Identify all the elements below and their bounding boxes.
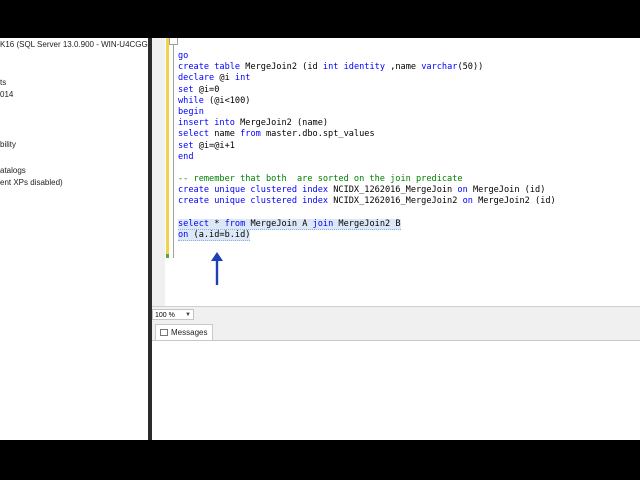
zoom-dropdown[interactable]: 100 % ▼: [152, 309, 194, 320]
code-line: while (@i<100): [178, 95, 251, 106]
zoom-bar: 100 % ▼: [152, 306, 640, 323]
saved-lines-marker: [166, 254, 169, 258]
code-line: go: [178, 51, 189, 61]
code-line: create unique clustered index NCIDX_1262…: [178, 196, 556, 207]
code-line: declare @i int: [178, 73, 251, 84]
code-line: set @i=0: [178, 84, 220, 95]
zoom-value: 100 %: [155, 312, 175, 319]
changed-lines-marker: [166, 38, 169, 254]
message-icon: [160, 329, 168, 336]
explorer-item[interactable]: atalogs: [0, 166, 26, 176]
outline-collapse-toggle[interactable]: [169, 38, 178, 45]
code-line: -- remember that both are sorted on the …: [178, 174, 463, 185]
tab-messages[interactable]: Messages: [155, 324, 214, 340]
explorer-item[interactable]: bility: [0, 140, 16, 150]
code-area[interactable]: end go create table MergeJoin2 (id int i…: [178, 38, 556, 241]
server-node[interactable]: K16 (SQL Server 13.0.900 - WIN-U4CGG: [0, 40, 148, 50]
code-line: select name from master.dbo.spt_values: [178, 129, 375, 140]
tab-messages-label: Messages: [171, 328, 208, 337]
code-line: create table MergeJoin2 (id int identity…: [178, 62, 484, 73]
code-line-selected: on (a.id=b.id): [178, 230, 251, 241]
code-line: create unique clustered index NCIDX_1262…: [178, 185, 546, 196]
explorer-item[interactable]: ent XPs disabled): [0, 178, 63, 188]
ssms-window: K16 (SQL Server 13.0.900 - WIN-U4CGG ts …: [0, 38, 640, 440]
explorer-item[interactable]: ts: [0, 78, 6, 88]
explorer-item[interactable]: 014: [0, 90, 13, 100]
code-line: set @i=@i+1: [178, 140, 235, 151]
results-tab-strip: Messages: [152, 322, 640, 341]
code-line: insert into MergeJoin2 (name): [178, 118, 329, 129]
pointer-arrow-icon: [211, 252, 223, 285]
chevron-down-icon[interactable]: ▼: [185, 310, 191, 321]
query-editor[interactable]: end go create table MergeJoin2 (id int i…: [152, 38, 640, 306]
code-line-selected: select * from MergeJoin A join MergeJoin…: [178, 218, 401, 230]
outline-line: [173, 38, 174, 258]
code-line: end: [178, 151, 194, 162]
object-explorer: K16 (SQL Server 13.0.900 - WIN-U4CGG ts …: [0, 38, 148, 440]
messages-pane[interactable]: [152, 341, 640, 440]
indicator-margin: [152, 38, 165, 306]
code-line: begin: [178, 106, 204, 117]
